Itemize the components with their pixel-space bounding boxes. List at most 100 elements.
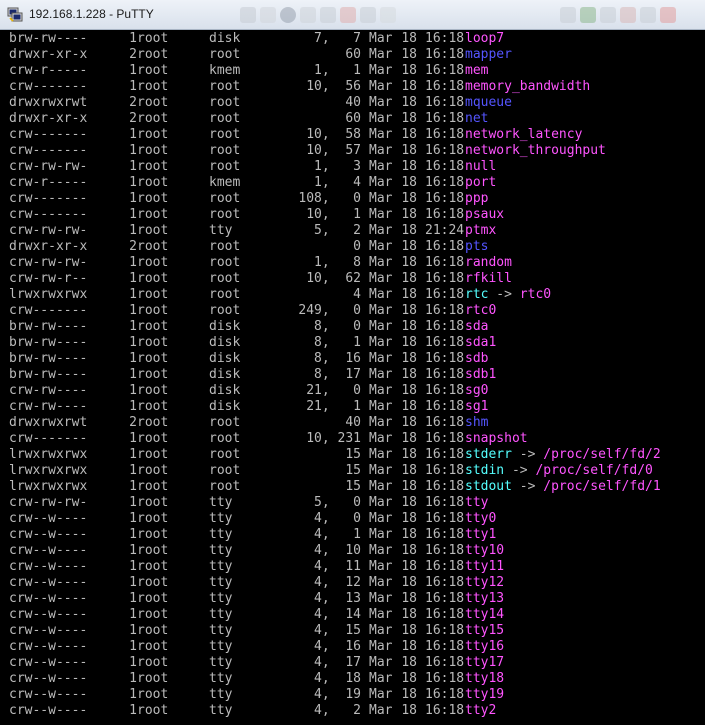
filename-text: tty19 <box>465 687 505 702</box>
cell-perm: lrwxrwxrwx <box>9 447 88 462</box>
cell-size: 10, 57 <box>306 143 361 158</box>
cell-links: 1 <box>129 591 137 606</box>
symlink-target: /proc/self/fd/2 <box>543 447 661 462</box>
cell-day: 18 <box>401 111 417 126</box>
cell-filename: network_throughput <box>465 143 606 159</box>
cell-size: 21, 0 <box>306 383 361 398</box>
cell-size: 15 <box>345 463 361 478</box>
cell-perm: crw------- <box>9 303 88 318</box>
cell-mon: Mar <box>369 431 393 446</box>
blurred-icon <box>660 7 676 23</box>
terminal-area[interactable]: brw-rw---- 1 root disk 7, 7 Mar 18 16:18 loop7 dr… <box>0 30 705 725</box>
cell-day: 18 <box>401 447 417 462</box>
cell-day: 18 <box>401 383 417 398</box>
cell-day: 18 <box>401 511 417 526</box>
cell-links: 1 <box>129 655 137 670</box>
filename-text: tty <box>465 495 489 510</box>
cell-owner: root <box>137 351 169 366</box>
cell-perm: crw--w---- <box>9 559 88 574</box>
cell-mon: Mar <box>369 703 393 718</box>
cell-perm: crw--w---- <box>9 655 88 670</box>
cell-size: 4, 17 <box>314 655 361 670</box>
cell-perm: lrwxrwxrwx <box>9 463 88 478</box>
cell-group: root <box>209 447 241 462</box>
cell-owner: root <box>137 79 169 94</box>
cell-filename: network_latency <box>465 127 582 143</box>
cell-time: 16:18 <box>425 511 465 526</box>
cell-time: 16:18 <box>425 95 465 110</box>
filename-text: tty1 <box>465 527 497 542</box>
cell-group: root <box>209 47 241 62</box>
cell-owner: root <box>137 127 169 142</box>
cell-time: 16:18 <box>425 207 465 222</box>
cell-mon: Mar <box>369 303 393 318</box>
cell-perm: crw------- <box>9 207 88 222</box>
cell-mon: Mar <box>369 95 393 110</box>
putty-app-icon[interactable] <box>7 6 23 22</box>
cell-links: 1 <box>129 671 137 686</box>
cell-time: 16:18 <box>425 607 465 622</box>
cell-day: 18 <box>401 143 417 158</box>
cell-size: 4, 13 <box>314 591 361 606</box>
cell-group: disk <box>209 31 241 46</box>
cell-time: 16:18 <box>425 415 465 430</box>
cell-filename: tty0 <box>465 511 496 527</box>
cell-day: 18 <box>401 31 417 46</box>
blurred-icon <box>360 7 376 23</box>
cell-time: 16:18 <box>425 543 465 558</box>
cell-day: 18 <box>401 223 417 238</box>
cell-size: 5, 0 <box>314 495 361 510</box>
cell-size: 4, 19 <box>314 687 361 702</box>
cell-links: 1 <box>129 351 137 366</box>
cell-filename: random <box>465 255 512 271</box>
cell-filename: ppp <box>465 191 488 207</box>
filename-text: tty15 <box>465 623 505 638</box>
cell-size: 4, 1 <box>314 527 361 542</box>
filename-text: rfkill <box>465 271 512 286</box>
putty-window: 192.168.1.228 - PuTTY brw-rw---- 1 root dis… <box>0 0 705 725</box>
cell-owner: root <box>137 655 169 670</box>
title-bar[interactable]: 192.168.1.228 - PuTTY <box>0 0 705 30</box>
filename-text: sda1 <box>465 335 497 350</box>
cell-day: 18 <box>401 623 417 638</box>
filename-text: tty2 <box>465 703 497 718</box>
cell-perm: crw--w---- <box>9 671 88 686</box>
cell-group: disk <box>209 319 241 334</box>
cell-size: 10, 58 <box>306 127 361 142</box>
filename-text: random <box>465 255 512 270</box>
cell-links: 1 <box>129 511 137 526</box>
cell-day: 18 <box>401 191 417 206</box>
cell-owner: root <box>137 383 169 398</box>
cell-links: 2 <box>129 47 137 62</box>
filename-text: null <box>465 159 497 174</box>
cell-size: 108, 0 <box>298 191 361 206</box>
cell-size: 60 <box>345 111 361 126</box>
cell-group: tty <box>209 495 233 510</box>
cell-size: 40 <box>345 415 361 430</box>
cell-day: 18 <box>401 79 417 94</box>
cell-links: 1 <box>129 687 137 702</box>
cell-owner: root <box>137 255 169 270</box>
cell-links: 1 <box>129 479 137 494</box>
cell-owner: root <box>137 223 169 238</box>
cell-day: 18 <box>401 415 417 430</box>
cell-filename: mapper <box>465 47 512 63</box>
cell-links: 1 <box>129 159 137 174</box>
cell-size: 10, 62 <box>306 271 361 286</box>
cell-links: 1 <box>129 207 137 222</box>
cell-size: 4 <box>353 287 361 302</box>
filename-text: stdin <box>465 463 505 478</box>
cell-group: tty <box>209 703 233 718</box>
cell-perm: drwxrwxrwt <box>9 95 88 110</box>
cell-filename: shm <box>465 415 488 431</box>
background-icons <box>240 4 400 26</box>
cell-owner: root <box>137 175 169 190</box>
cell-perm: brw-rw---- <box>9 31 88 46</box>
filename-text: psaux <box>465 207 505 222</box>
cell-group: root <box>209 287 241 302</box>
cell-filename: rfkill <box>465 271 512 287</box>
cell-time: 16:18 <box>425 79 465 94</box>
cell-links: 2 <box>129 95 137 110</box>
cell-perm: brw-rw---- <box>9 319 88 334</box>
cell-filename: tty1 <box>465 527 496 543</box>
